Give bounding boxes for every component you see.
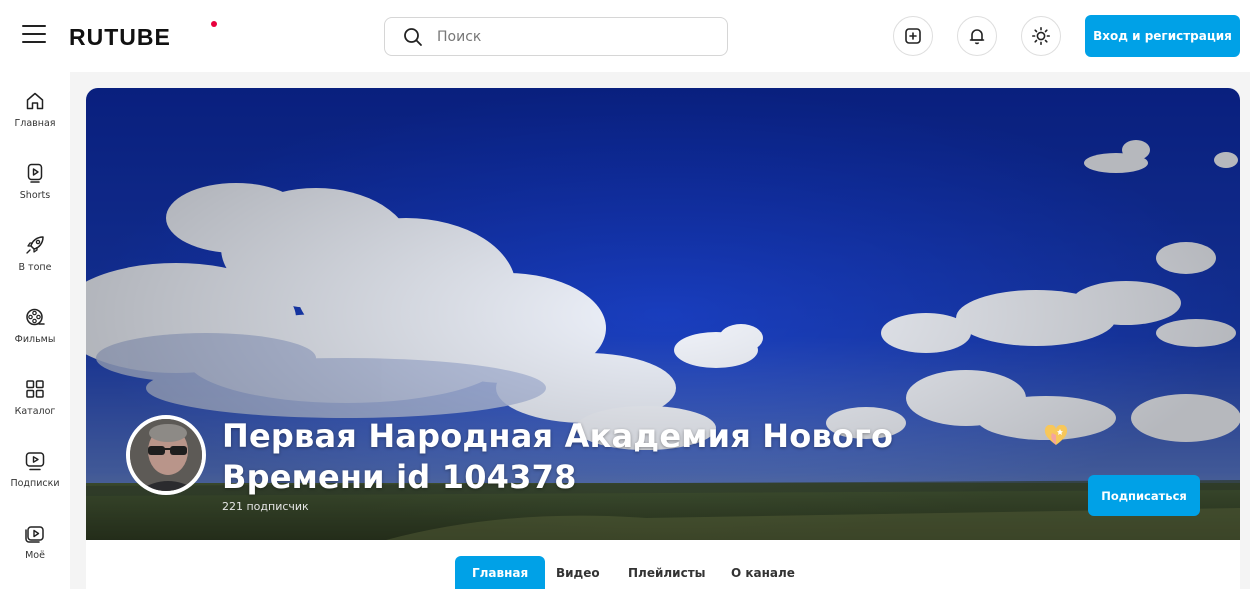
sidebar-item-label: Фильмы (14, 334, 56, 345)
rocket-icon (26, 236, 44, 254)
search-box[interactable] (384, 17, 728, 56)
shorts-icon (27, 163, 43, 183)
sidebar-item-shorts[interactable]: Shorts (0, 158, 70, 218)
tab-main[interactable]: Главная (455, 556, 546, 589)
tab-videos[interactable]: Видео (539, 556, 617, 589)
home-icon (26, 92, 44, 110)
heart-badge-icon (1044, 425, 1068, 445)
tab-playlists[interactable]: Плейлисты (611, 556, 723, 589)
sun-icon (1031, 26, 1051, 46)
subscriber-count: 221 подписчик (222, 500, 309, 513)
sidebar-item-home[interactable]: Главная (0, 86, 70, 146)
sidebar-item-my[interactable]: Моё (0, 518, 70, 578)
sidebar-item-label: Моё (25, 550, 45, 561)
tab-about[interactable]: О канале (714, 556, 812, 589)
sidebar-item-catalog[interactable]: Каталог (0, 374, 70, 434)
left-sidebar: Главная Shorts В топе Фильмы Каталог Под… (0, 72, 70, 589)
subscriptions-icon (25, 452, 45, 471)
sidebar-item-movies[interactable]: Фильмы (0, 302, 70, 362)
top-header: RUTUBE Вхо (0, 0, 1250, 72)
search-input[interactable] (437, 28, 697, 45)
login-register-button[interactable]: Вход и регистрация (1085, 15, 1240, 57)
channel-tabs: Главная Видео Плейлисты О канале (86, 540, 1240, 589)
notifications-button[interactable] (957, 16, 997, 56)
film-reel-icon (26, 308, 45, 326)
my-videos-icon (25, 526, 44, 543)
add-video-icon (905, 28, 921, 44)
upload-button[interactable] (893, 16, 933, 56)
channel-avatar[interactable] (126, 415, 206, 495)
avatar-photo (130, 419, 202, 491)
sidebar-item-trending[interactable]: В топе (0, 230, 70, 290)
channel-title: Первая Народная Академия Нового Времени … (222, 417, 894, 496)
sidebar-item-label: Подписки (10, 478, 60, 489)
rutube-logo[interactable]: RUTUBE (69, 24, 171, 51)
logo-dot (211, 21, 217, 27)
sidebar-item-label: Каталог (14, 406, 56, 417)
menu-burger-icon[interactable] (22, 25, 46, 45)
sidebar-item-label: Главная (14, 118, 56, 129)
theme-toggle-button[interactable] (1021, 16, 1061, 56)
subscribe-button[interactable]: Подписаться (1088, 475, 1200, 516)
grid-icon (26, 380, 44, 398)
sidebar-item-subscriptions[interactable]: Подписки (0, 446, 70, 506)
sidebar-item-label: Shorts (19, 190, 51, 201)
bell-icon (969, 29, 985, 45)
sidebar-item-label: В топе (18, 262, 52, 273)
channel-banner: Первая Народная Академия Нового Времени … (86, 88, 1240, 540)
search-icon (404, 27, 422, 46)
